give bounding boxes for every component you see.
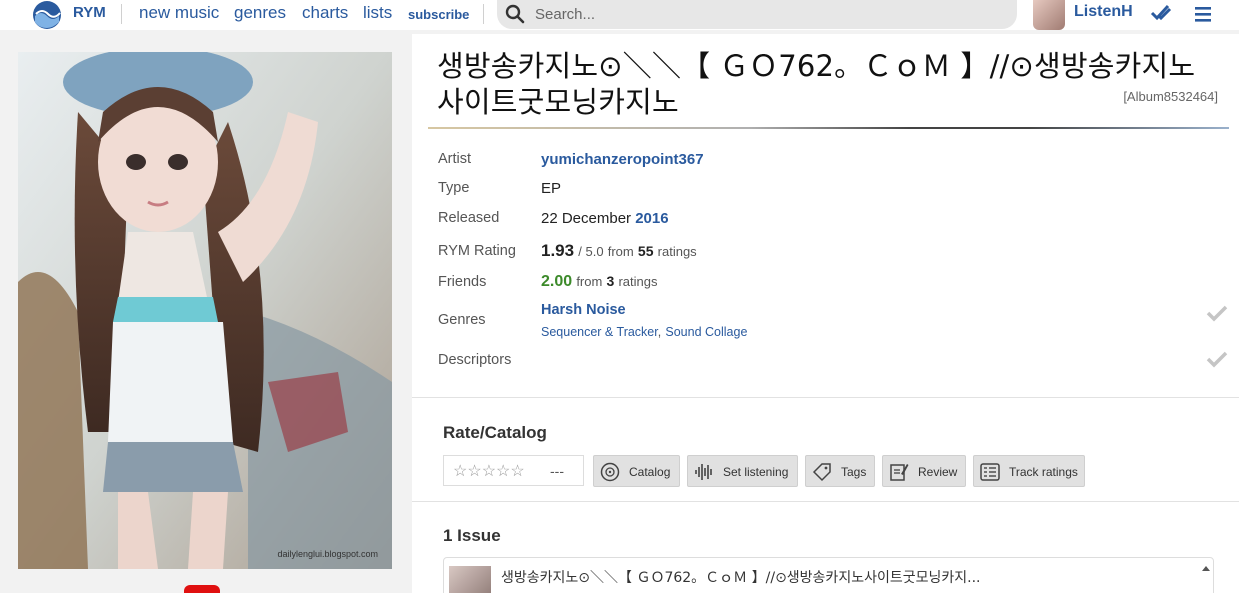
issue-thumbnail[interactable] (449, 566, 491, 593)
nav-charts[interactable]: charts (302, 3, 348, 23)
genre-secondary-link[interactable]: Sound Collage (665, 325, 747, 339)
issue-title-link[interactable]: 생방송카지노⊙＼＼【 ＧＯ762。ＣｏＭ 】//⊙생방송카지노사이트굿모닝카지.… (501, 567, 980, 587)
search-input[interactable] (535, 3, 1005, 25)
rating-stars[interactable]: ☆☆☆☆☆ (453, 461, 525, 481)
friends-from: from (576, 274, 603, 289)
genres-label: Genres (438, 312, 486, 328)
rating-value-placeholder: --- (550, 463, 564, 479)
vote-descriptor-check-icon[interactable] (1206, 350, 1228, 368)
rating-from: from (607, 244, 634, 259)
rating-max: / 5.0 (578, 244, 604, 259)
tags-button[interactable]: Tags (805, 455, 875, 487)
section-divider (412, 501, 1239, 502)
friends-label: Friends (438, 274, 487, 290)
artist-link[interactable]: yumichanzeropoint367 (541, 151, 704, 168)
rating-suffix: ratings (657, 244, 697, 259)
genre-separator: , (657, 325, 662, 339)
rym-logo-icon[interactable] (32, 0, 62, 30)
nav-separator (483, 4, 484, 24)
released-label: Released (438, 210, 500, 226)
audio-waveform-icon (695, 464, 712, 480)
rym-rating-value: 1.93 / 5.0 from 55 ratings (541, 241, 697, 261)
cover-art-illustration (18, 52, 392, 569)
friends-count[interactable]: 3 (606, 273, 614, 289)
rym-rating-label: RYM Rating (438, 243, 516, 259)
friends-rating-value: 2.00 from 3 ratings (541, 273, 657, 291)
set-listening-button[interactable]: Set listening (687, 455, 798, 487)
double-check-icon[interactable] (1150, 2, 1172, 24)
search-icon[interactable] (505, 4, 525, 24)
type-label: Type (438, 180, 470, 196)
nav-new-music[interactable]: new music (139, 3, 219, 23)
album-id: [Album8532464] (1123, 89, 1218, 104)
released-year-link[interactable]: 2016 (635, 210, 668, 227)
user-avatar[interactable] (1033, 0, 1065, 30)
top-bar: RYM new music genres charts lists subscr… (0, 0, 1239, 30)
username-link[interactable]: ListenH (1074, 3, 1133, 21)
nav-genres[interactable]: genres (234, 3, 286, 23)
released-value: 22 December 2016 (541, 210, 669, 227)
issue-list-item[interactable]: 생방송카지노⊙＼＼【 ＧＯ762。ＣｏＭ 】//⊙생방송카지노사이트굿모닝카지.… (443, 557, 1214, 593)
review-button-label: Review (918, 465, 958, 479)
average-rating: 1.93 (541, 241, 575, 260)
vote-genre-check-icon[interactable] (1206, 304, 1228, 322)
cover-watermark-caption: dailylenglui.blogspot.com (277, 549, 378, 559)
rate-catalog-heading: Rate/Catalog (443, 423, 547, 442)
title-divider (428, 127, 1229, 129)
tags-button-label: Tags (841, 465, 867, 479)
genre-secondary-link[interactable]: Sequencer & Tracker (541, 325, 658, 339)
friends-suffix: ratings (618, 274, 658, 289)
track-ratings-label: Track ratings (1009, 465, 1078, 479)
scroll-up-arrow-icon[interactable] (1201, 564, 1211, 572)
album-cover-image[interactable]: dailylenglui.blogspot.com (18, 52, 392, 569)
search-bar[interactable] (497, 0, 1017, 29)
track-ratings-button[interactable]: Track ratings (973, 455, 1085, 487)
star-rating-widget[interactable]: ☆☆☆☆☆ --- (443, 455, 584, 486)
album-title: 생방송카지노⊙＼＼【 ＧＯ762。ＣｏＭ 】//⊙생방송카지노사이트굿모닝카지노 (437, 49, 1196, 119)
info-row-genres: Genres Harsh Noise Sequencer & Tracker, … (438, 301, 1228, 341)
section-divider (412, 397, 1239, 398)
rating-count[interactable]: 55 (638, 243, 654, 259)
type-value: EP (541, 180, 562, 197)
issues-heading: 1 Issue (443, 526, 501, 545)
nav-separator (121, 4, 122, 24)
genre-secondary: Sequencer & Tracker, Sound Collage (541, 323, 747, 340)
genre-primary-link[interactable]: Harsh Noise (541, 301, 626, 318)
catalog-button[interactable]: Catalog (593, 455, 680, 487)
vinyl-disc-icon (600, 462, 620, 482)
cover-column: dailylenglui.blogspot.com (0, 34, 412, 593)
hamburger-menu-icon[interactable] (1193, 4, 1213, 24)
friends-rating: 2.00 (541, 273, 573, 290)
youtube-button[interactable] (184, 585, 220, 593)
descriptors-label: Descriptors (438, 352, 512, 368)
review-button[interactable]: Review (882, 455, 966, 487)
nav-lists[interactable]: lists (363, 3, 392, 23)
album-main-panel: 생방송카지노⊙＼＼【 ＧＯ762。ＣｏＭ 】//⊙생방송카지노사이트굿모닝카지노… (412, 34, 1239, 593)
set-listening-label: Set listening (723, 465, 789, 479)
track-list-icon (980, 463, 1000, 481)
brand-name[interactable]: RYM (73, 4, 106, 21)
catalog-button-label: Catalog (629, 465, 671, 479)
artist-label: Artist (438, 151, 472, 167)
review-pencil-icon (890, 464, 909, 481)
tag-icon (812, 463, 831, 482)
subscribe-link[interactable]: subscribe (408, 7, 469, 22)
released-day: 22 December (541, 210, 632, 227)
